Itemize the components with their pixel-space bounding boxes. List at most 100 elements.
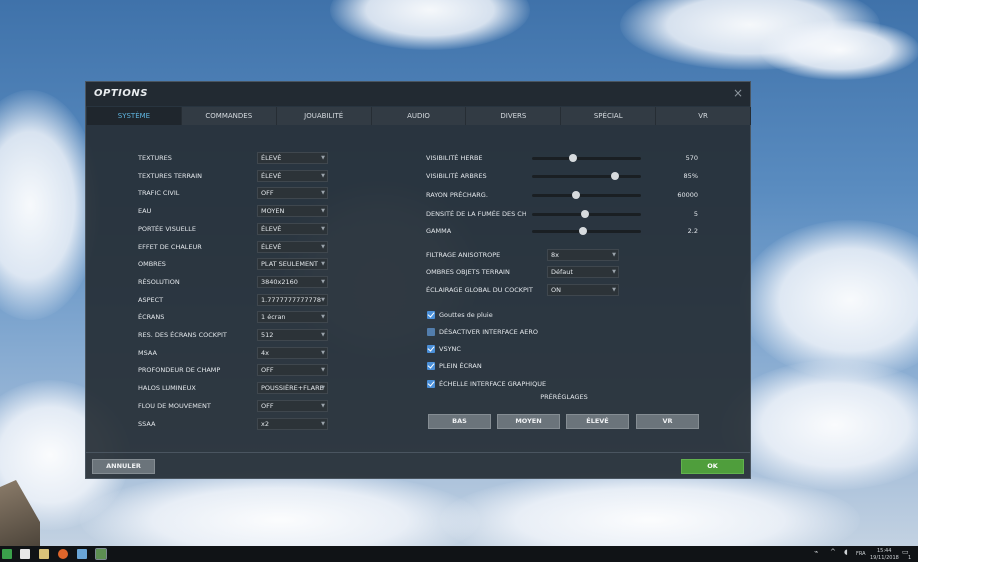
tab-vr[interactable]: VR	[656, 107, 752, 125]
dropdown-value: x2	[261, 420, 269, 428]
preset-bas-button[interactable]: BAS	[428, 414, 491, 429]
dropdown-value: ÉLEVÉ	[261, 225, 282, 233]
checkbox-label[interactable]: DÉSACTIVER INTERFACE AERO	[439, 326, 538, 338]
chevron-down-icon: ▼	[321, 297, 325, 303]
setting-dropdown[interactable]: OFF ▼	[257, 400, 328, 412]
chevron-down-icon: ▼	[321, 190, 325, 196]
setting-label: PORTÉE VISUELLE	[138, 225, 197, 233]
setting-label: TEXTURES TERRAIN	[138, 172, 203, 180]
game-icon[interactable]	[95, 548, 107, 560]
setting-dropdown[interactable]: ÉLEVÉ ▼	[257, 223, 328, 235]
ok-button[interactable]: OK	[681, 459, 744, 474]
checkbox-checked[interactable]	[427, 362, 435, 370]
setting-dropdown[interactable]: PLAT SEULEMENT ▼	[257, 258, 328, 270]
checkbox-label[interactable]: Gouttes de pluie	[439, 309, 493, 321]
setting-dropdown[interactable]: MOYEN ▼	[257, 205, 328, 217]
slider-label: GAMMA	[426, 227, 452, 235]
setting-dropdown[interactable]: 3840x2160 ▼	[257, 276, 328, 288]
setting-dropdown[interactable]: Défaut ▼	[547, 266, 619, 278]
setting-dropdown[interactable]: ON ▼	[547, 284, 619, 296]
start-icon[interactable]	[2, 549, 12, 559]
setting-dropdown[interactable]: ÉLEVÉ ▼	[257, 241, 328, 253]
slider-thumb[interactable]	[569, 154, 577, 162]
dropdown-value: ÉLEVÉ	[261, 154, 282, 162]
preset-vr-button[interactable]: VR	[636, 414, 699, 429]
dropdown-value: PLAT SEULEMENT	[261, 260, 318, 268]
setting-dropdown[interactable]: x2 ▼	[257, 418, 328, 430]
dropdown-value: POUSSIÈRE+FLARE	[261, 384, 324, 392]
preset-moyen-button[interactable]: MOYEN	[497, 414, 560, 429]
tab-divers[interactable]: DIVERS	[466, 107, 562, 125]
slider-thumb[interactable]	[579, 227, 587, 235]
tab-bar: SYSTÈME COMMANDES JOUABILITÉ AUDIO DIVER…	[87, 107, 752, 125]
dropdown-value: ON	[551, 286, 561, 294]
firefox-icon[interactable]	[58, 549, 68, 559]
close-icon[interactable]: ×	[733, 87, 743, 99]
setting-dropdown[interactable]: OFF ▼	[257, 187, 328, 199]
setting-dropdown[interactable]: 8x ▼	[547, 249, 619, 261]
slider-track[interactable]	[532, 227, 641, 235]
checkbox-unchecked[interactable]	[427, 328, 435, 336]
slider-track[interactable]	[532, 172, 641, 180]
slider-label: VISIBILITÉ ARBRES	[426, 172, 487, 180]
setting-label: FLOU DE MOUVEMENT	[138, 402, 211, 410]
setting-dropdown[interactable]: 512 ▼	[257, 329, 328, 341]
dropdown-value: OFF	[261, 366, 274, 374]
setting-label: EFFET DE CHALEUR	[138, 243, 202, 251]
chevron-down-icon: ▼	[321, 403, 325, 409]
checkbox-label[interactable]: PLEIN ÉCRAN	[439, 360, 482, 372]
setting-dropdown[interactable]: OFF ▼	[257, 364, 328, 376]
network-icon[interactable]: ⌁	[814, 549, 818, 556]
setting-dropdown[interactable]: POUSSIÈRE+FLARE ▼	[257, 382, 328, 394]
chevron-down-icon: ▼	[612, 269, 616, 275]
language-indicator[interactable]: FRA	[856, 551, 866, 557]
setting-label: TEXTURES	[138, 154, 172, 162]
setting-label: RES. DES ÉCRANS COCKPIT	[138, 331, 227, 339]
store-icon[interactable]	[20, 549, 30, 559]
file-explorer-icon[interactable]	[39, 549, 49, 559]
checkbox-checked[interactable]	[427, 311, 435, 319]
setting-label: OMBRES	[138, 260, 166, 268]
cancel-button[interactable]: ANNULER	[92, 459, 155, 474]
setting-dropdown[interactable]: 1.7777777777778 ▼	[257, 294, 328, 306]
slider-thumb[interactable]	[611, 172, 619, 180]
checkbox-checked[interactable]	[427, 380, 435, 388]
chevron-down-icon: ▼	[321, 385, 325, 391]
app-icon[interactable]	[77, 549, 87, 559]
tab-jouabilite[interactable]: JOUABILITÉ	[277, 107, 372, 125]
clock-time: 15:44	[877, 548, 892, 554]
dialog-titlebar: OPTIONS ×	[86, 82, 750, 106]
presets-title: PRÉRÉGLAGES	[540, 393, 588, 401]
slider-track[interactable]	[532, 154, 641, 162]
chevron-down-icon: ▼	[321, 244, 325, 250]
slider-track[interactable]	[532, 191, 641, 199]
slider-thumb[interactable]	[572, 191, 580, 199]
setting-label: FILTRAGE ANISOTROPE	[426, 251, 501, 259]
checkbox-label[interactable]: ÉCHELLE INTERFACE GRAPHIQUE	[439, 378, 546, 390]
dropdown-value: OFF	[261, 189, 274, 197]
chevron-up-icon[interactable]: ^	[830, 549, 836, 556]
setting-dropdown[interactable]: 1 écran ▼	[257, 311, 328, 323]
setting-dropdown[interactable]: 4x ▼	[257, 347, 328, 359]
setting-dropdown[interactable]: ÉLEVÉ ▼	[257, 152, 328, 164]
dropdown-value: ÉLEVÉ	[261, 172, 282, 180]
tab-audio[interactable]: AUDIO	[372, 107, 467, 125]
slider-thumb[interactable]	[581, 210, 589, 218]
chevron-down-icon: ▼	[321, 208, 325, 214]
taskbar: ⌁ ^ ◖ FRA 15:44 19/11/2018 ▭ 1	[0, 546, 918, 562]
setting-dropdown[interactable]: ÉLEVÉ ▼	[257, 170, 328, 182]
volume-icon[interactable]: ◖	[844, 549, 848, 556]
tab-special[interactable]: SPÉCIAL	[561, 107, 657, 125]
dropdown-value: 8x	[551, 251, 559, 259]
checkbox-label[interactable]: VSYNC	[439, 343, 461, 355]
tab-commandes[interactable]: COMMANDES	[182, 107, 277, 125]
slider-label: RAYON PRÉCHARG.	[426, 191, 488, 199]
preset-eleve-button[interactable]: ÉLEVÉ	[566, 414, 629, 429]
slider-value: 5	[693, 210, 698, 218]
slider-track[interactable]	[532, 210, 641, 218]
tab-systeme[interactable]: SYSTÈME	[87, 107, 182, 125]
chevron-down-icon: ▼	[612, 287, 616, 293]
checkbox-checked[interactable]	[427, 345, 435, 353]
slider-label: DENSITÉ DE LA FUMÉE DES CHE	[426, 210, 526, 218]
setting-label: MSAA	[138, 349, 157, 357]
